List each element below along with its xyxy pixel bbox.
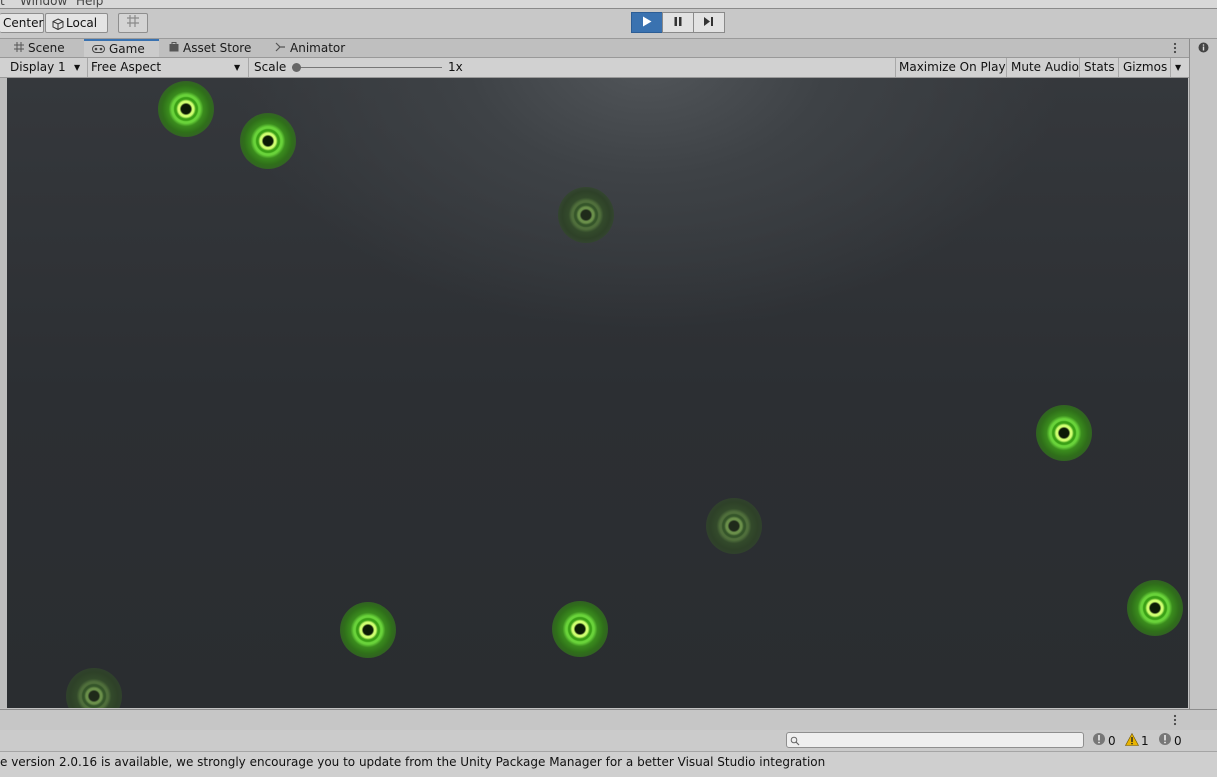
menu-item-window[interactable]: Window [20,0,67,8]
snap-grid-button[interactable] [118,13,148,33]
status-message: e version 2.0.16 is available, we strong… [0,755,826,769]
console-header [0,709,1217,731]
pivot-local-button[interactable]: Local [45,13,108,33]
inspector-panel-edge [1189,39,1217,709]
snap-grid-icon [126,14,140,33]
menu-item-help[interactable]: Help [76,0,103,8]
maximize-on-play-toggle[interactable]: Maximize On Play [899,58,1006,77]
tab-options-icon[interactable] [1170,41,1180,55]
play-icon [642,16,652,30]
warning-count-toggle[interactable]: 1 [1124,732,1149,749]
search-icon [790,735,800,749]
scale-label: Scale [254,60,287,74]
green-target-orb [158,81,214,137]
divider [248,58,249,77]
error-count-toggle[interactable]: 0 [1158,732,1182,749]
aspect-dropdown[interactable]: Free Aspect ▼ [91,58,247,77]
divider [1006,58,1007,77]
console-toolbar: 0 1 0 [0,730,1217,752]
main-toolbar: Center Local [0,9,1217,39]
menu-item[interactable]: t [0,0,5,8]
tab-asset-store[interactable]: Asset Store [161,39,259,57]
tab-animator[interactable]: Animator [267,39,353,57]
error-icon [1158,732,1172,749]
console-options-icon[interactable] [1170,713,1180,730]
info-bubble-icon [1092,732,1106,749]
play-controls [631,12,725,33]
divider [87,58,88,77]
scale-slider-track[interactable] [292,67,442,68]
green-target-orb [558,187,614,243]
info-count-toggle[interactable]: 0 [1092,732,1116,749]
stats-toggle[interactable]: Stats [1084,58,1115,77]
aspect-label: Free Aspect [91,60,162,74]
green-target-orb [1036,405,1092,461]
grid-icon [14,39,24,57]
play-button[interactable] [631,12,663,33]
green-target-orb [66,668,122,708]
green-target-orb [340,602,396,658]
display-label: Display 1 [10,60,66,74]
menu-bar: t Window Help [0,0,1217,9]
info-icon [1198,42,1209,56]
tab-game-label: Game [109,42,145,56]
divider [1170,58,1171,77]
gizmos-dropdown-arrow-icon[interactable]: ▼ [1175,58,1181,77]
tab-game[interactable]: Game [84,39,159,57]
scale-value: 1x [448,60,463,74]
status-bar[interactable]: e version 2.0.16 is available, we strong… [0,752,1217,777]
pivot-center-label: Center [3,16,44,30]
tab-animator-label: Animator [290,41,346,55]
warning-count: 1 [1141,733,1149,748]
divider [1079,58,1080,77]
tab-scene[interactable]: Scene [6,39,73,57]
step-button[interactable] [693,12,725,33]
green-target-orb [552,601,608,657]
display-dropdown[interactable]: Display 1 ▼ [10,58,86,77]
dropdown-arrow-icon: ▼ [74,63,81,72]
green-target-orb [240,113,296,169]
pause-icon [673,16,683,30]
green-target-orb [1127,580,1183,636]
tab-scene-label: Scene [28,41,65,55]
editor-tab-bar: Scene Game Asset Store Animator [0,39,1189,58]
animator-icon [275,39,286,57]
gizmos-toggle[interactable]: Gizmos [1123,58,1167,77]
cube-icon [52,17,64,31]
green-target-orb [706,498,762,554]
info-count: 0 [1108,733,1116,748]
bag-icon [169,39,179,57]
game-view-canvas[interactable] [7,78,1188,708]
mute-audio-toggle[interactable]: Mute Audio [1011,58,1079,77]
divider [895,58,896,77]
pause-button[interactable] [662,12,694,33]
warning-icon [1124,732,1140,749]
pivot-center-button[interactable]: Center [0,13,44,33]
tab-asset-store-label: Asset Store [183,41,252,55]
game-view-toolbar: Display 1 ▼ Free Aspect ▼ Scale 1x Maxim… [0,58,1189,78]
step-icon [703,16,715,30]
gamepad-icon [92,41,105,57]
error-count: 0 [1174,733,1182,748]
scale-slider-handle[interactable] [292,63,301,72]
dropdown-arrow-icon: ▼ [234,63,241,72]
divider [1118,58,1119,77]
pivot-local-label: Local [66,16,98,30]
console-search-input[interactable] [786,732,1084,748]
